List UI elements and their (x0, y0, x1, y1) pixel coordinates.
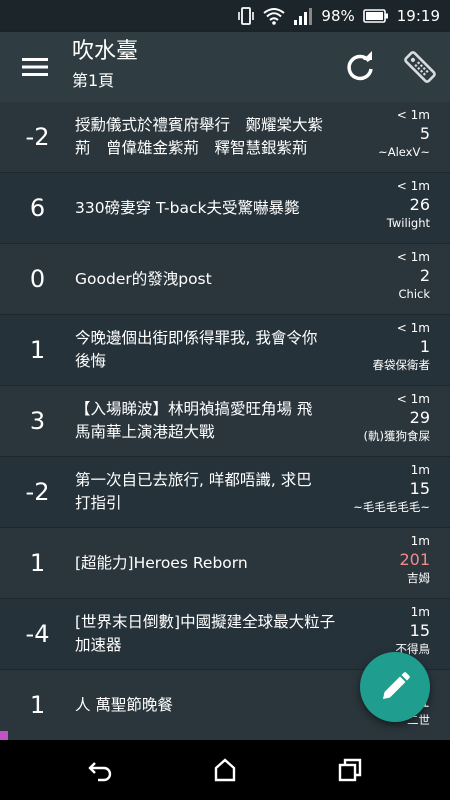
topic-list: -2 授勳儀式於禮賓府舉行 鄭耀棠大紫 荊 曾偉雄金紫荊 釋智慧銀紫荊 < 1m… (0, 102, 450, 741)
topic-title-line: 打指引 (75, 494, 122, 512)
app-bar: 吹水臺 第1頁 (0, 32, 450, 102)
remote-icon (404, 51, 436, 83)
pencil-icon (383, 672, 410, 699)
topic-score: 6 (29, 194, 46, 222)
title-block: 吹水臺 第1頁 (72, 38, 138, 92)
topic-time: < 1m (396, 108, 430, 122)
refresh-button[interactable] (342, 49, 378, 85)
topic-title-line: 第一次自已去旅行, 咩都唔識, 求巴 (75, 471, 312, 489)
topic-score: 0 (29, 265, 46, 293)
topic-score: -2 (25, 123, 50, 151)
menu-button[interactable] (18, 54, 52, 80)
topic-time: < 1m (396, 250, 430, 264)
topic-author: 吉姆 (407, 571, 430, 585)
remote-button[interactable] (400, 47, 440, 87)
topic-time: 1m (410, 463, 430, 477)
topic-score: 1 (29, 336, 46, 364)
topic-score: 3 (29, 407, 46, 435)
status-icons: 98% 19:19 (237, 5, 440, 27)
topic-author: (軌)獲狗食屎 (363, 429, 430, 443)
topic-title-line: 今晚邊個出街即係得罪我, 我會令你 (75, 329, 318, 347)
topic-row[interactable]: 1 今晚邊個出街即係得罪我, 我會令你 後悔 < 1m 1 春袋保衛者 (0, 315, 450, 386)
back-button[interactable] (86, 756, 114, 784)
topic-row[interactable]: 3 【入場睇波】林明禎搞愛旺角場 飛 馬南華上演港超大戰 < 1m 29 (軌)… (0, 386, 450, 457)
compose-button[interactable] (360, 652, 430, 722)
topic-author: 春袋保衛者 (372, 358, 431, 372)
menu-icon (22, 58, 48, 76)
topic-time: < 1m (396, 321, 430, 335)
topic-author: ~毛毛毛毛毛~ (353, 500, 430, 514)
topic-time: < 1m (396, 392, 430, 406)
reply-count: 26 (409, 195, 430, 214)
reply-count: 1 (419, 337, 430, 356)
topic-title: 今晚邊個出街即係得罪我, 我會令你 後悔 (75, 315, 367, 385)
reply-count: 2 (419, 266, 430, 285)
topic-score: -2 (25, 478, 50, 506)
topic-meta: < 1m 2 Chick (340, 250, 430, 301)
topic-title-line: Gooder的發洩post (75, 269, 212, 288)
topic-title-line: 馬南華上演港超大戰 (75, 423, 215, 441)
reply-count: 15 (409, 621, 430, 640)
scroll-indicator (0, 731, 8, 740)
topic-meta: 1m 201 吉姆 (340, 534, 430, 585)
topic-score: 1 (29, 549, 46, 577)
topic-title-line: [超能力]Heroes Reborn (75, 553, 248, 572)
topic-title: [世界末日倒數]中國擬建全球最大粒子 加速器 (75, 599, 367, 669)
topic-title-line: 【入場睇波】林明禎搞愛旺角場 飛 (75, 400, 313, 418)
status-bar: 98% 19:19 (0, 0, 450, 32)
reply-count: 201 (399, 550, 430, 569)
navigation-bar (0, 740, 450, 800)
topic-author: Chick (398, 287, 431, 301)
topic-title-line: 人 萬聖節晚餐 (75, 695, 173, 714)
status-time: 19:19 (396, 7, 440, 25)
topic-title: Gooder的發洩post (75, 244, 367, 314)
wifi-icon (263, 8, 286, 25)
topic-title: [超能力]Heroes Reborn (75, 528, 367, 598)
topic-title-line: [世界末日倒數]中國擬建全球最大粒子 (75, 613, 336, 631)
topic-row[interactable]: 0 Gooder的發洩post < 1m 2 Chick (0, 244, 450, 315)
topic-meta: < 1m 5 ~AlexV~ (340, 108, 430, 159)
topic-score: -4 (25, 620, 50, 648)
topic-time: 1m (410, 605, 430, 619)
topic-meta: < 1m 29 (軌)獲狗食屎 (340, 392, 430, 443)
battery-percent: 98% (321, 7, 355, 25)
recent-apps-icon (338, 758, 362, 782)
topic-meta: 1m 15 ~毛毛毛毛毛~ (340, 463, 430, 514)
topic-time: 1m (410, 534, 430, 548)
topic-row[interactable]: 6 330磅妻穿 T-back夫受驚嚇暴斃 < 1m 26 Twilight (0, 173, 450, 244)
vibrate-icon (238, 7, 255, 25)
topic-row[interactable]: -2 第一次自已去旅行, 咩都唔識, 求巴 打指引 1m 15 ~毛毛毛毛毛~ (0, 457, 450, 528)
topic-title: 人 萬聖節晚餐 (75, 670, 367, 740)
topic-title: 第一次自已去旅行, 咩都唔識, 求巴 打指引 (75, 457, 367, 527)
recent-apps-button[interactable] (336, 756, 364, 784)
topic-title: 授勳儀式於禮賓府舉行 鄭耀棠大紫 荊 曾偉雄金紫荊 釋智慧銀紫荊 (75, 102, 367, 172)
page-title: 吹水臺 (72, 39, 139, 64)
reply-count: 5 (419, 124, 430, 143)
topic-title-line: 330磅妻穿 T-back夫受驚嚇暴斃 (75, 198, 300, 217)
reply-count: 15 (409, 479, 430, 498)
topic-author: Twilight (386, 216, 430, 230)
topic-title: 330磅妻穿 T-back夫受驚嚇暴斃 (75, 173, 367, 243)
topic-meta: < 1m 1 春袋保衛者 (340, 321, 431, 372)
topic-title-line: 加速器 (75, 636, 122, 654)
topic-author: ~AlexV~ (378, 145, 430, 159)
page-subtitle: 第1頁 (72, 71, 115, 90)
topic-row[interactable]: 1 [超能力]Heroes Reborn 1m 201 吉姆 (0, 528, 450, 599)
battery-icon (362, 9, 388, 23)
topic-title: 【入場睇波】林明禎搞愛旺角場 飛 馬南華上演港超大戰 (75, 386, 367, 456)
refresh-icon (347, 51, 373, 81)
home-icon (214, 758, 236, 782)
topic-title-line: 荊 曾偉雄金紫荊 釋智慧銀紫荊 (75, 139, 308, 157)
topic-title-line: 後悔 (75, 352, 107, 370)
home-button[interactable] (211, 756, 239, 784)
topic-title-line: 授勳儀式於禮賓府舉行 鄭耀棠大紫 (75, 116, 324, 134)
topic-row[interactable]: -2 授勳儀式於禮賓府舉行 鄭耀棠大紫 荊 曾偉雄金紫荊 釋智慧銀紫荊 < 1m… (0, 102, 450, 173)
reply-count: 29 (409, 408, 430, 427)
topic-score: 1 (29, 691, 46, 719)
topic-time: < 1m (396, 179, 430, 193)
topic-meta: 1m 15 不得鳥 (340, 605, 431, 656)
signal-icon (294, 8, 313, 25)
topic-meta: < 1m 26 Twilight (340, 179, 430, 230)
back-icon (88, 762, 112, 782)
